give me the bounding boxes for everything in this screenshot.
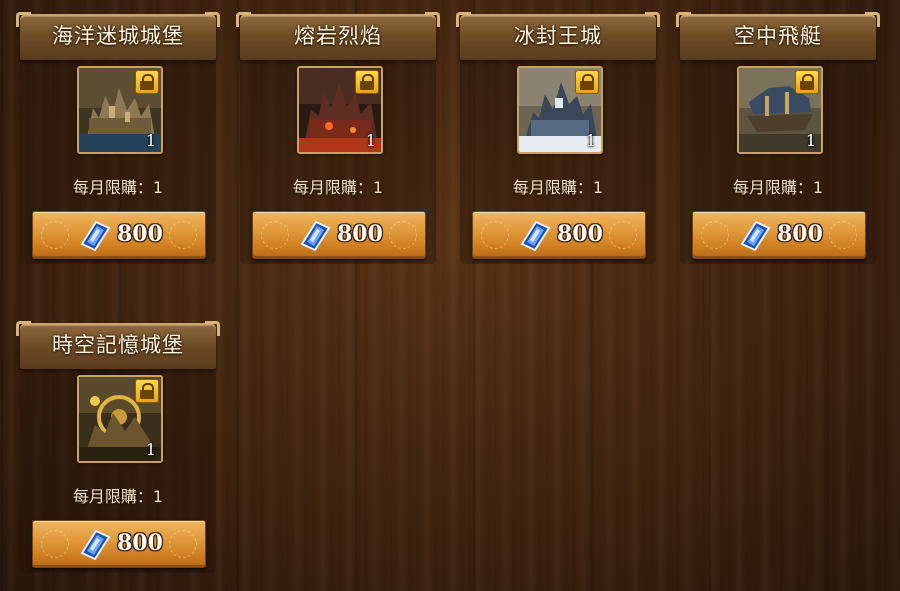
blue-ticket-gem-icon — [80, 529, 111, 561]
price-label: 800 — [777, 221, 823, 247]
button-ornament-right — [609, 221, 637, 249]
item-thumbnail[interactable]: 1 — [77, 375, 163, 463]
button-ornament-right — [169, 221, 197, 249]
buy-button[interactable]: 800 — [32, 520, 206, 568]
shop-card-ocean-castle: 海洋迷城城堡 1 每月限購：1 800 — [16, 2, 220, 264]
lock-badge-icon — [355, 70, 379, 94]
item-title: 空中飛艇 — [734, 24, 822, 48]
blue-ticket-gem-icon — [300, 220, 331, 252]
item-thumbnail[interactable]: 1 — [77, 66, 163, 154]
item-quantity: 1 — [145, 440, 156, 459]
item-title: 時空記憶城堡 — [52, 333, 184, 357]
item-quantity: 1 — [585, 131, 596, 150]
purchase-limit: 每月限購：1 — [72, 487, 164, 506]
shop-card-lava-flame: 熔岩烈焰 1 每月限購：1 800 — [236, 2, 440, 264]
shop-card-time-memory-castle: 時空記憶城堡 1 每月限購：1 800 — [16, 311, 220, 573]
item-quantity: 1 — [365, 131, 376, 150]
lock-badge-icon — [795, 70, 819, 94]
price-label: 800 — [557, 221, 603, 247]
item-thumbnail[interactable]: 1 — [517, 66, 603, 154]
blue-ticket-gem-icon — [80, 220, 111, 252]
price-label: 800 — [117, 530, 163, 556]
buy-button[interactable]: 800 — [692, 211, 866, 259]
purchase-limit: 每月限購：1 — [512, 178, 604, 197]
button-ornament-left — [41, 530, 69, 558]
purchase-limit: 每月限購：1 — [72, 178, 164, 197]
lock-badge-icon — [135, 379, 159, 403]
button-ornament-right — [169, 530, 197, 558]
item-thumbnail[interactable]: 1 — [297, 66, 383, 154]
item-title: 熔岩烈焰 — [294, 24, 382, 48]
purchase-limit: 每月限購：1 — [732, 178, 824, 197]
buy-button[interactable]: 800 — [472, 211, 646, 259]
blue-ticket-gem-icon — [740, 220, 771, 252]
item-thumbnail[interactable]: 1 — [737, 66, 823, 154]
buy-button[interactable]: 800 — [32, 211, 206, 259]
button-ornament-right — [829, 221, 857, 249]
shop-card-airship: 空中飛艇 1 每月限購：1 800 — [676, 2, 880, 264]
purchase-limit: 每月限購：1 — [292, 178, 384, 197]
lock-badge-icon — [575, 70, 599, 94]
item-quantity: 1 — [805, 131, 816, 150]
lock-badge-icon — [135, 70, 159, 94]
price-label: 800 — [117, 221, 163, 247]
shop-card-ice-castle: 冰封王城 1 每月限購：1 800 — [456, 2, 660, 264]
item-title: 冰封王城 — [514, 24, 602, 48]
button-ornament-left — [41, 221, 69, 249]
button-ornament-right — [389, 221, 417, 249]
blue-ticket-gem-icon — [520, 220, 551, 252]
button-ornament-left — [701, 221, 729, 249]
item-quantity: 1 — [145, 131, 156, 150]
buy-button[interactable]: 800 — [252, 211, 426, 259]
price-label: 800 — [337, 221, 383, 247]
button-ornament-left — [261, 221, 289, 249]
button-ornament-left — [481, 221, 509, 249]
item-title: 海洋迷城城堡 — [52, 24, 184, 48]
